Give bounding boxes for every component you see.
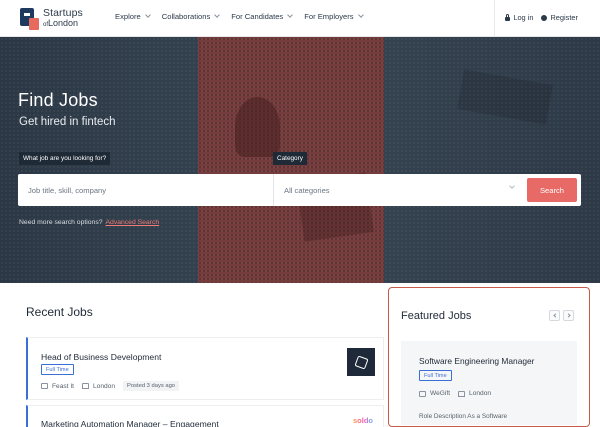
building-icon [82,383,89,389]
menu-for-employers[interactable]: For Employers [304,12,364,21]
job-meta: WeGift London [419,390,499,397]
category-field-label: Category [273,152,307,165]
job-title[interactable]: Head of Business Development [41,352,161,362]
logo-text-line2: London [48,18,79,28]
user-icon [541,14,548,21]
job-company: Feast It [52,382,74,390]
job-location: London [469,390,492,397]
briefcase-icon [419,390,426,397]
hero-subtitle: Get hired in fintech [19,116,116,128]
category-select[interactable]: All categories [274,174,524,206]
main-menu: Explore Collaborations For Candidates Fo… [115,12,375,21]
search-button[interactable]: Search [527,178,577,202]
job-type-badge: Full Time [419,370,452,381]
company-logo[interactable]: soldo [353,416,373,425]
login-link[interactable]: Log in [505,13,533,22]
job-search-input[interactable] [18,174,273,206]
job-type-badge: Full Time [41,364,74,375]
company-logo-icon [353,354,369,370]
more-search-options: Need more search options? Advanced Search [19,219,160,226]
startups-of-london-logo[interactable]: Startups ofLondon [20,5,92,33]
lock-icon [505,13,511,21]
search-bar: All categories Search [18,174,581,206]
menu-for-candidates[interactable]: For Candidates [231,12,294,21]
briefcase-icon [41,383,48,389]
chevron-left-icon [552,313,558,318]
logo-mark-icon [20,8,39,30]
job-posted-date: Posted 3 days ago [123,381,180,391]
advanced-search-link[interactable]: Advanced Search [106,219,160,226]
building-icon [458,390,466,397]
chevron-right-icon [565,313,571,318]
company-logo[interactable] [347,348,375,376]
featured-next-button[interactable] [563,310,574,321]
job-title[interactable]: Marketing Automation Manager – Engagemen… [41,419,219,427]
chevron-down-icon [287,12,294,18]
auth-links: Log in Register [505,13,578,22]
featured-jobs-panel: Featured Jobs Software Engineering Manag… [388,287,590,427]
chevron-down-icon [509,183,515,189]
logo-text-line1: Startups [43,7,83,19]
featured-job-card[interactable]: Software Engineering Manager Full Time W… [401,341,577,425]
job-description: Role Description As a Software [419,413,508,420]
recent-jobs-title: Recent Jobs [26,305,93,319]
job-field-label: What job are you looking for? [19,152,111,165]
chevron-down-icon [357,12,364,18]
job-meta: Feast It London Posted 3 days ago [41,381,180,391]
chevron-down-icon [144,12,151,18]
top-navbar: Startups ofLondon Explore Collaborations… [0,0,600,37]
job-location: London [93,382,116,390]
menu-explore[interactable]: Explore [115,12,151,21]
featured-prev-button[interactable] [549,310,560,321]
hero-section: Find Jobs Get hired in fintech What job … [0,37,600,283]
job-company: WeGift [430,390,451,397]
featured-jobs-title: Featured Jobs [401,310,472,322]
job-card[interactable]: Head of Business Development Full Time F… [26,337,384,400]
job-card[interactable]: Marketing Automation Manager – Engagemen… [26,405,384,427]
nav-divider [494,0,495,37]
register-link[interactable]: Register [541,13,578,22]
menu-collaborations[interactable]: Collaborations [162,12,221,21]
chevron-down-icon [214,12,221,18]
job-title[interactable]: Software Engineering Manager [419,356,534,366]
hero-title: Find Jobs [18,90,98,110]
